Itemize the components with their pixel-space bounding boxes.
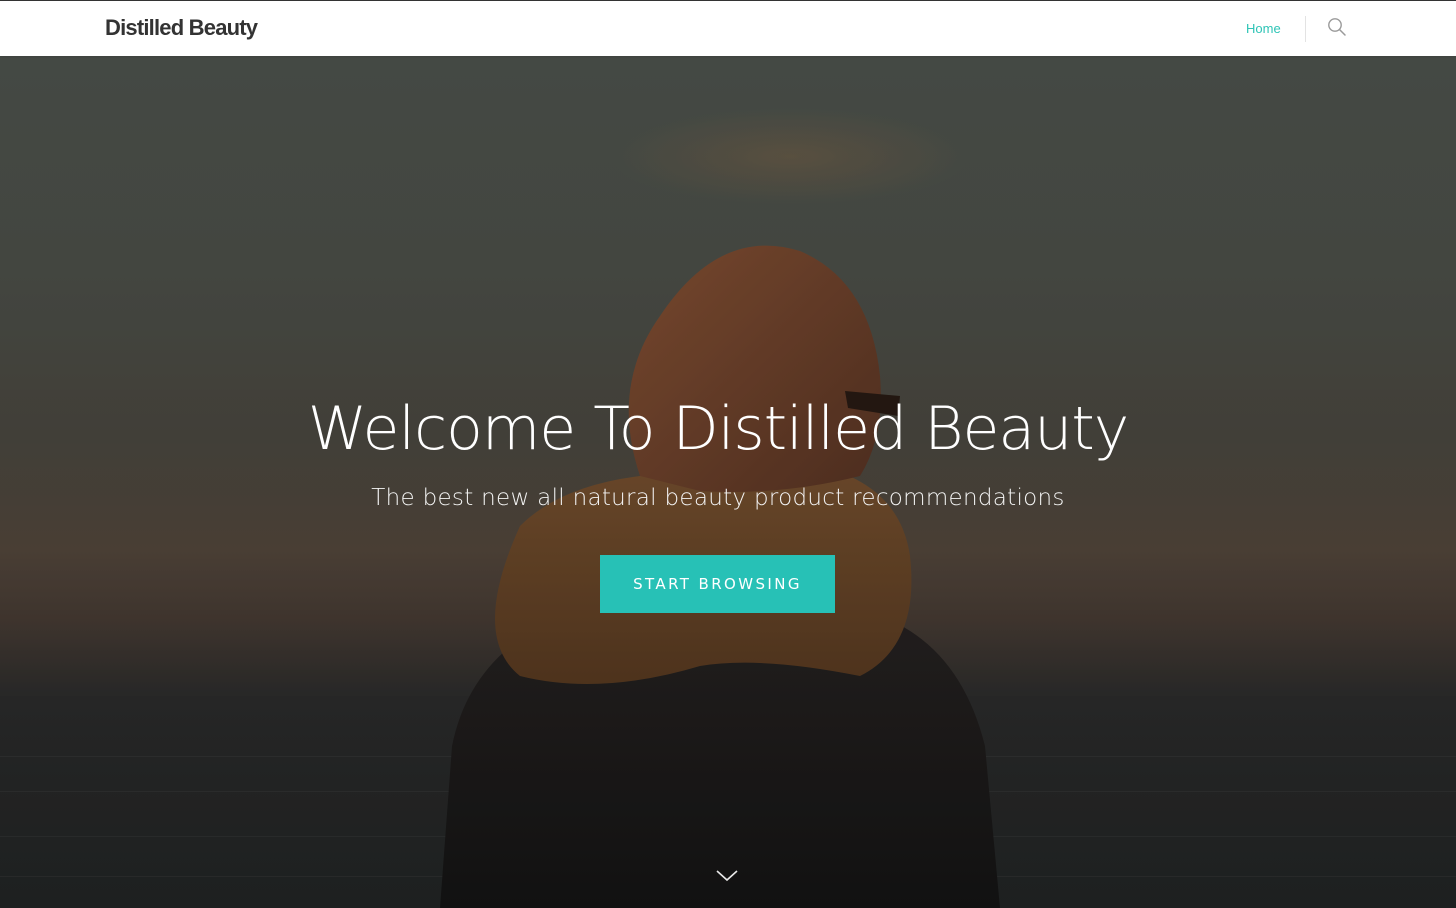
search-button[interactable] xyxy=(1326,16,1348,38)
site-logo[interactable]: Distilled Beauty xyxy=(105,15,258,41)
hero-overlay xyxy=(0,56,1456,908)
hero-subtitle: The best new all natural beauty product … xyxy=(371,485,1065,511)
scroll-down-button[interactable] xyxy=(715,868,739,884)
chevron-down-icon xyxy=(716,870,738,882)
hero-title: Welcome To Distilled Beauty xyxy=(307,394,1130,464)
nav-divider xyxy=(1305,16,1306,42)
nav-home-link[interactable]: Home xyxy=(1246,21,1281,36)
start-browsing-button[interactable]: START BROWSING xyxy=(600,555,835,613)
search-icon xyxy=(1328,18,1346,36)
hero-section: Welcome To Distilled Beauty The best new… xyxy=(0,56,1456,908)
site-header: Distilled Beauty Home xyxy=(0,0,1456,56)
